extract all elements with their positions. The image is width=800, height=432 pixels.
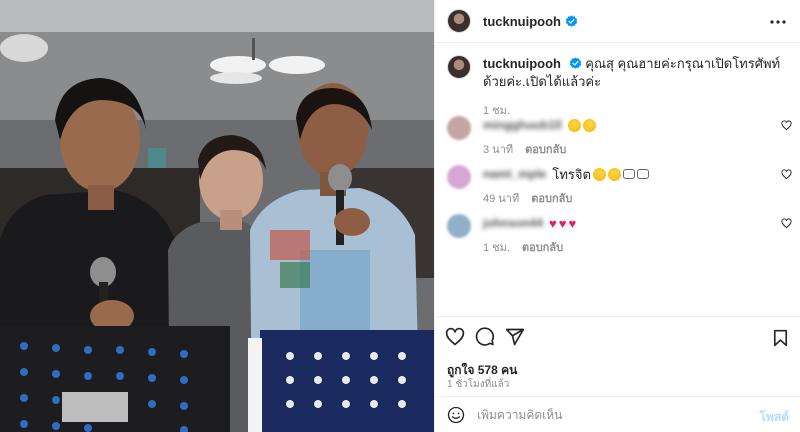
author-username[interactable]: tucknuipooh	[483, 14, 561, 29]
comment-item: mingghuub1ll 3 นาที ตอบกลับ	[447, 116, 792, 158]
post-panel: tucknuipooh tucknuipooh คุณสุ คุณฮายค่ะก…	[434, 0, 800, 432]
reply-button[interactable]: ตอบกลับ	[522, 238, 563, 256]
comment-username[interactable]: namt_mple	[483, 167, 546, 181]
smiley-icon[interactable]	[447, 406, 465, 424]
action-bar: ถูกใจ 578 คน 1 ชั่วโมงที่แล้ว	[435, 316, 800, 396]
comment-avatar[interactable]	[447, 116, 471, 140]
heart-eyes-emoji-icon	[582, 118, 596, 132]
comment-username[interactable]: mingghuub1ll	[483, 118, 562, 132]
comment-text: โทรจิต	[552, 166, 591, 182]
caption: tucknuipooh คุณสุ คุณฮายค่ะกรุณาเปิดโทรศ…	[447, 55, 787, 119]
red-heart-emoji-icon: ♥	[549, 215, 557, 231]
caption-username[interactable]: tucknuipooh	[483, 56, 561, 71]
reply-button[interactable]: ตอบกลับ	[525, 140, 566, 158]
photo-illustration	[0, 0, 434, 432]
post-timestamp: 1 ชั่วโมงที่แล้ว	[447, 379, 510, 390]
comment-time: 1 ชม.	[483, 242, 510, 254]
bookmark-icon[interactable]	[772, 329, 789, 347]
comment-input[interactable]	[477, 407, 727, 422]
heart-icon[interactable]	[445, 327, 465, 347]
comment-item: johnson44 ♥ ♥ ♥ 1 ชม. ตอบกลับ	[447, 214, 792, 256]
comment-heart-icon[interactable]	[781, 218, 792, 229]
author-avatar[interactable]	[447, 9, 471, 33]
verified-badge-icon	[565, 14, 578, 27]
caption-avatar[interactable]	[447, 55, 471, 79]
share-icon[interactable]	[505, 327, 525, 347]
post-comment-button[interactable]: โพสต์	[760, 408, 789, 427]
comment-icon[interactable]	[475, 327, 495, 347]
post-photo	[0, 0, 434, 432]
laughing-emoji-icon	[592, 167, 606, 181]
post-header: tucknuipooh	[435, 0, 800, 43]
red-heart-emoji-icon: ♥	[568, 215, 577, 231]
pointing-hand-emoji-icon	[622, 169, 635, 179]
red-heart-emoji-icon: ♥	[558, 215, 567, 231]
comment-avatar[interactable]	[447, 214, 471, 238]
comment-heart-icon[interactable]	[781, 169, 792, 180]
comment-item: namt_mple โทรจิต 49 นาที ตอบกลับ	[447, 165, 792, 207]
reply-button[interactable]: ตอบกลับ	[531, 189, 572, 207]
comment-time: 49 นาที	[483, 193, 520, 205]
pointing-hand-emoji-icon	[636, 169, 649, 179]
comment-avatar[interactable]	[447, 165, 471, 189]
verified-badge-icon	[569, 57, 581, 69]
laughing-emoji-icon	[607, 167, 621, 181]
add-comment-bar: โพสต์	[435, 396, 800, 432]
comment-time: 3 นาที	[483, 144, 514, 156]
comment-heart-icon[interactable]	[781, 120, 792, 131]
more-horizontal-icon[interactable]	[769, 13, 787, 31]
comment-username[interactable]: johnson44	[483, 216, 543, 230]
laughing-emoji-icon	[567, 118, 581, 132]
